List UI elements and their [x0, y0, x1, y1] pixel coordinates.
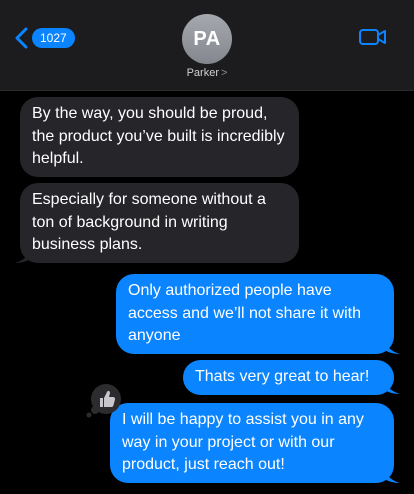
back-button[interactable]: 1027	[14, 26, 75, 50]
contact-name: Parker	[186, 67, 219, 79]
conversation-header: 1027 PA Parker >	[0, 0, 414, 91]
message-text: Thats very great to hear!	[195, 368, 370, 385]
message-bubble-incoming[interactable]: By the way, you should be proud, the pro…	[20, 97, 299, 177]
video-call-icon[interactable]	[358, 27, 388, 47]
bubble-tail	[15, 246, 33, 263]
message-bubble-outgoing[interactable]: I will be happy to assist you in any way…	[110, 403, 394, 483]
bubble-tail	[382, 337, 400, 354]
chevron-left-icon	[15, 27, 28, 49]
avatar-initials: PA	[193, 27, 221, 50]
message-bubble-incoming[interactable]: Especially for someone without a ton of …	[20, 183, 299, 263]
unread-count-badge: 1027	[32, 28, 75, 48]
message-text: By the way, you should be proud, the pro…	[32, 105, 285, 167]
message-bubble-outgoing[interactable]: Only authorized people have access and w…	[116, 274, 394, 354]
bubble-tail	[382, 377, 400, 394]
thumbs-up-icon[interactable]	[86, 382, 122, 418]
contact-name-link[interactable]: Parker >	[0, 67, 414, 79]
message-text: Only authorized people have access and w…	[128, 282, 361, 344]
message-text: Especially for someone without a ton of …	[32, 191, 266, 253]
contact-avatar[interactable]: PA	[182, 14, 232, 64]
chevron-right-icon: >	[220, 67, 228, 79]
message-text: I will be happy to assist you in any way…	[122, 411, 364, 473]
bubble-tail	[382, 466, 400, 483]
message-bubble-outgoing[interactable]: Thats very great to hear!	[183, 360, 394, 395]
